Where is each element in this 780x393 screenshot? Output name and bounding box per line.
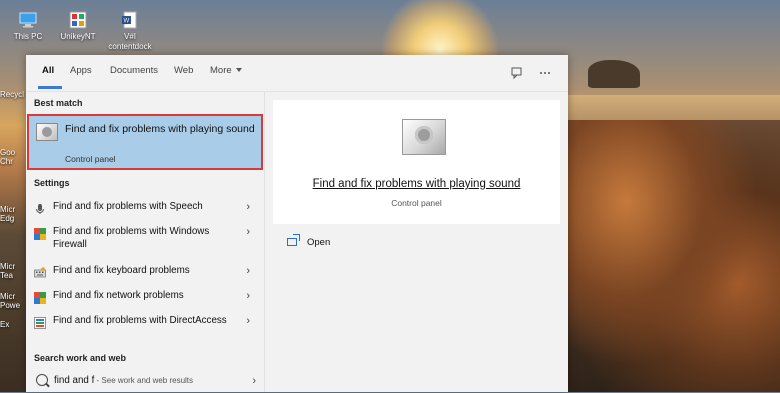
- settings-item-label: Find and fix network problems: [53, 290, 184, 301]
- active-tab-indicator: [38, 86, 62, 89]
- settings-item-label: Find and fix problems with Speech: [53, 201, 203, 212]
- detail-subtitle: Control panel: [391, 198, 442, 208]
- chevron-right-icon[interactable]: ›: [246, 226, 250, 238]
- desktop-icon-label: UnikeyNT: [60, 32, 96, 41]
- desktop-icon-label: This PC: [13, 32, 43, 41]
- settings-item-directaccess[interactable]: Find and fix problems with DirectAccess …: [26, 312, 264, 342]
- detail-pane: Find and fix problems with playing sound…: [265, 92, 568, 392]
- desktop-icon-this-pc[interactable]: This PC: [2, 10, 54, 42]
- desktop-icon-teams[interactable]: Micr Tea: [0, 262, 28, 280]
- desktop-icon-label: Ex: [0, 320, 10, 329]
- search-web-text: find and f - See work and web results: [54, 375, 193, 386]
- tab-apps[interactable]: Apps: [70, 65, 92, 76]
- best-match-heading: Best match: [34, 98, 83, 108]
- search-web-hint: - See work and web results: [94, 376, 194, 385]
- firewall-icon: [34, 227, 46, 240]
- keyboard-icon: [34, 266, 46, 278]
- detail-title[interactable]: Find and fix problems with playing sound: [273, 178, 560, 190]
- desktop-icon-excel[interactable]: Ex: [0, 320, 28, 329]
- open-action-label: Open: [307, 237, 331, 248]
- desktop-icon-label: Micr Tea: [0, 262, 16, 280]
- network-icon: [34, 291, 46, 304]
- chevron-down-icon: [235, 68, 242, 73]
- chevron-right-icon[interactable]: ›: [252, 375, 256, 387]
- chevron-right-icon[interactable]: ›: [246, 315, 250, 327]
- desktop-icon-recycle-bin[interactable]: Recycl: [0, 90, 28, 99]
- distant-rock: [588, 60, 640, 88]
- settings-item-firewall[interactable]: Find and fix problems with Windows Firew…: [26, 223, 264, 253]
- chevron-right-icon[interactable]: ›: [246, 201, 250, 213]
- desktop-icon-label: Micr Powe: [0, 292, 21, 310]
- desktop-icon-label: Recycl: [0, 90, 25, 99]
- settings-item-label: Find and fix problems with DirectAccess: [53, 315, 227, 326]
- search-query: find and f: [54, 375, 95, 386]
- desktop-icon-document[interactable]: W V#I contentdock: [104, 10, 156, 52]
- svg-text:W: W: [124, 19, 130, 25]
- tab-web[interactable]: Web: [174, 65, 193, 76]
- search-web-item[interactable]: find and f - See work and web results ›: [34, 374, 262, 393]
- open-icon: [287, 234, 300, 246]
- tab-more-label: More: [210, 65, 232, 76]
- search-tabs-bar: All Apps Documents Web More: [26, 55, 568, 92]
- desktop-icon-label: V#I contentdock: [108, 32, 152, 51]
- desktop-icon-label: Micr Edg: [0, 205, 16, 223]
- settings-item-network[interactable]: Find and fix network problems ›: [26, 287, 264, 309]
- desktop-icon-label: Goo Chr: [0, 148, 16, 166]
- results-list: Best match Find and fix problems with pl…: [26, 92, 264, 392]
- desktop-icon-edge[interactable]: Micr Edg: [0, 205, 28, 223]
- sound-troubleshooter-icon: [402, 119, 446, 155]
- sound-troubleshooter-icon: [36, 123, 58, 141]
- rocky-shore: [560, 120, 780, 392]
- settings-item-label: Find and fix keyboard problems: [53, 265, 190, 276]
- computer-icon: [18, 10, 38, 30]
- detail-card: Find and fix problems with playing sound…: [273, 100, 560, 224]
- best-match-item[interactable]: Find and fix problems with playing sound…: [27, 114, 263, 170]
- tab-documents[interactable]: Documents: [110, 65, 158, 76]
- search-web-heading: Search work and web: [34, 353, 127, 363]
- search-panel: All Apps Documents Web More Best match F…: [26, 55, 568, 392]
- tab-all[interactable]: All: [42, 65, 54, 76]
- best-match-title: Find and fix problems with playing sound: [65, 123, 255, 135]
- desktop-icon-unikey[interactable]: UnikeyNT: [52, 10, 104, 42]
- feedback-icon[interactable]: [510, 66, 524, 80]
- desktop-icon-powerpoint[interactable]: Micr Powe: [0, 292, 28, 310]
- settings-item-label: Find and fix problems with Windows Firew…: [53, 226, 210, 250]
- settings-heading: Settings: [34, 178, 70, 188]
- directaccess-icon: [34, 316, 46, 329]
- desktop-icon-chrome[interactable]: Goo Chr: [0, 148, 28, 166]
- microphone-icon: [34, 202, 46, 214]
- chevron-right-icon[interactable]: ›: [246, 290, 250, 302]
- tab-more[interactable]: More: [210, 65, 242, 76]
- search-icon: [36, 374, 48, 386]
- unikey-icon: [68, 10, 88, 30]
- settings-item-keyboard[interactable]: Find and fix keyboard problems ›: [26, 262, 264, 284]
- more-options-icon[interactable]: [538, 66, 552, 80]
- chevron-right-icon[interactable]: ›: [246, 265, 250, 277]
- word-document-icon: W: [120, 10, 140, 30]
- settings-item-speech[interactable]: Find and fix problems with Speech ›: [26, 198, 264, 220]
- best-match-subtitle: Control panel: [65, 154, 116, 164]
